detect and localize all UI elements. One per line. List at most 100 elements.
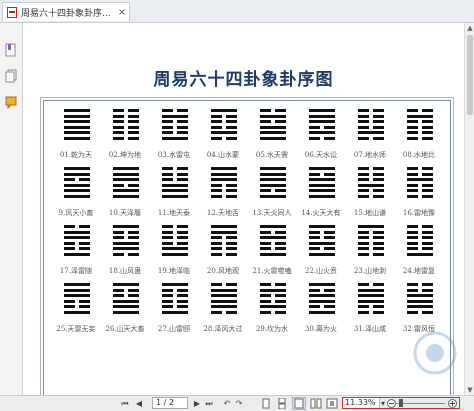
yin-line xyxy=(113,252,139,256)
yin-line xyxy=(358,305,384,308)
yang-line xyxy=(358,294,384,297)
comments-icon[interactable] xyxy=(5,95,17,109)
scroll-up-icon[interactable]: ▲ xyxy=(465,23,474,33)
yang-line xyxy=(260,167,286,170)
yin-line xyxy=(309,288,335,292)
yin-line xyxy=(358,247,384,250)
yin-line xyxy=(113,131,139,134)
yang-line xyxy=(211,131,237,134)
yang-line xyxy=(113,305,139,308)
yin-line xyxy=(407,194,433,198)
yang-line xyxy=(211,230,237,234)
last-page-icon[interactable]: ⏭ xyxy=(204,398,214,409)
yin-line xyxy=(358,310,384,314)
yin-line xyxy=(211,136,237,140)
yang-line xyxy=(162,114,188,118)
page-number-input[interactable]: 1 / 2 xyxy=(152,397,188,409)
yin-line xyxy=(358,194,384,198)
yang-line xyxy=(260,225,286,228)
zoom-level-field[interactable]: 11.33% xyxy=(345,398,380,408)
yang-line xyxy=(64,114,90,118)
continuous-view-icon[interactable] xyxy=(276,398,288,409)
yang-line xyxy=(358,183,384,187)
yin-line xyxy=(162,131,188,134)
yang-line xyxy=(113,225,139,228)
yang-line xyxy=(64,194,90,198)
yang-line xyxy=(113,299,139,303)
yin-line xyxy=(407,283,433,286)
zoom-slider-knob[interactable] xyxy=(398,399,403,407)
yin-line xyxy=(211,236,237,239)
hexagram-cell: 31.泽山咸 xyxy=(344,283,396,351)
yang-line xyxy=(358,288,384,292)
yang-line xyxy=(113,172,139,176)
yang-line xyxy=(309,310,335,314)
document-tab[interactable]: 周易六十四卦象卦序... × xyxy=(2,2,130,21)
yin-line xyxy=(162,120,188,123)
yang-line xyxy=(358,225,384,228)
hexagram-symbol xyxy=(407,225,433,257)
hexagram-symbol xyxy=(211,109,237,141)
yang-line xyxy=(162,136,188,140)
yin-line xyxy=(407,167,433,170)
yin-line xyxy=(211,183,237,187)
fit-page-icon[interactable] xyxy=(326,398,338,409)
watermark-logo xyxy=(413,331,457,375)
yang-line xyxy=(64,310,90,314)
yin-line xyxy=(211,125,237,129)
yin-line xyxy=(309,305,335,308)
yang-line xyxy=(309,120,335,123)
yang-line xyxy=(407,305,433,308)
yin-line xyxy=(64,299,90,303)
yin-line xyxy=(64,305,90,308)
yin-line xyxy=(407,189,433,192)
yin-line xyxy=(113,236,139,239)
yin-line xyxy=(358,236,384,239)
yin-line xyxy=(309,172,335,176)
yang-line xyxy=(260,172,286,176)
zoom-in-icon[interactable] xyxy=(448,399,457,408)
yin-line xyxy=(113,183,139,187)
facing-view-icon[interactable] xyxy=(292,397,306,410)
yang-line xyxy=(162,310,188,314)
yin-line xyxy=(358,230,384,234)
close-tab-icon[interactable]: × xyxy=(117,7,127,18)
first-page-icon[interactable]: ⏮ xyxy=(120,398,130,409)
yin-line xyxy=(211,247,237,250)
two-page-view-icon[interactable] xyxy=(310,398,322,409)
yin-line xyxy=(211,310,237,314)
back-icon[interactable]: ↶ xyxy=(222,398,232,409)
yin-line xyxy=(358,120,384,123)
hexagram-symbol xyxy=(358,167,384,199)
yang-line xyxy=(211,109,237,112)
bookmark-icon[interactable] xyxy=(5,43,17,57)
yang-line xyxy=(113,310,139,314)
yang-line xyxy=(162,194,188,198)
yin-line xyxy=(260,241,286,245)
page-viewer[interactable]: 周易六十四卦象卦序图 01.乾为天 02.坤为地 03.水雷屯 04.山水蒙 05.水天… xyxy=(23,23,464,403)
previous-page-icon[interactable]: ◀ xyxy=(134,398,144,409)
single-page-view-icon[interactable] xyxy=(260,398,272,409)
zoom-control: 11.33% ▾ xyxy=(342,397,460,409)
hexagram-label: 24.地雷复 xyxy=(402,267,436,275)
yang-line xyxy=(64,283,90,286)
forward-icon[interactable]: ↷ xyxy=(234,398,244,409)
yang-line xyxy=(113,178,139,181)
yin-line xyxy=(260,247,286,250)
zoom-dropdown-icon[interactable]: ▾ xyxy=(379,398,387,409)
yin-line xyxy=(358,252,384,256)
yin-line xyxy=(407,225,433,228)
hexagram-cell: 25.天雷无妄 xyxy=(50,283,102,351)
yin-line xyxy=(358,136,384,140)
yin-line xyxy=(162,305,188,308)
yin-line xyxy=(64,241,90,245)
yin-line xyxy=(162,167,188,170)
yin-line xyxy=(211,194,237,198)
thumbnails-icon[interactable] xyxy=(5,69,17,83)
yang-line xyxy=(113,283,139,286)
next-page-icon[interactable]: ▶ xyxy=(192,398,202,409)
yang-line xyxy=(309,167,335,170)
hexagram-symbol xyxy=(113,225,139,257)
scrollbar-thumb[interactable] xyxy=(467,35,473,115)
hexagram-cell: 28.泽风大过 xyxy=(197,283,249,351)
